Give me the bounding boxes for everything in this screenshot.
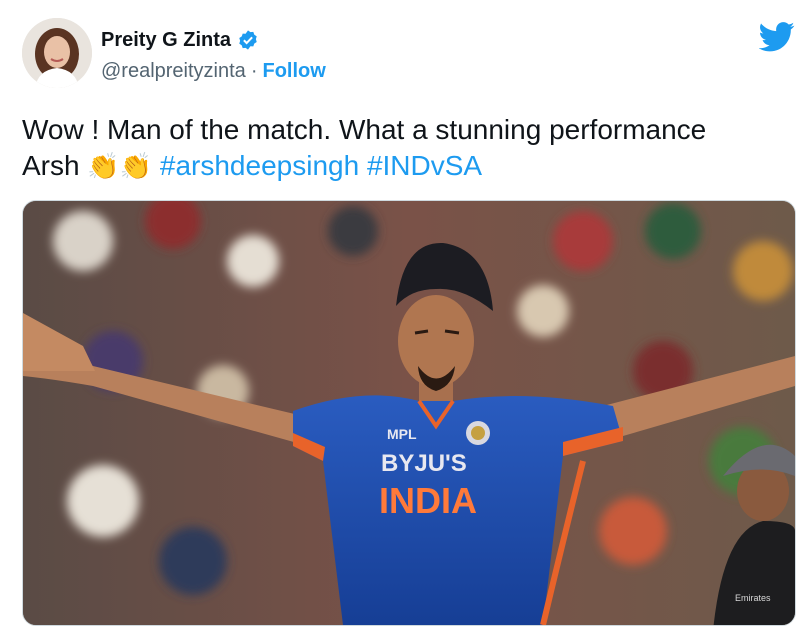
tweet-text-line1: Wow ! Man of the match. What a stunning … bbox=[22, 114, 707, 145]
tweet-media-photo[interactable]: Emirates MPL BYJU'S INDIA bbox=[22, 200, 796, 626]
hashtag-indvsa[interactable]: #INDvSA bbox=[367, 150, 482, 181]
twitter-bird-icon[interactable] bbox=[758, 22, 795, 52]
cricket-photo: Emirates MPL BYJU'S INDIA bbox=[23, 201, 795, 625]
author-handle-row: @realpreityzinta · Follow bbox=[101, 58, 326, 84]
author-avatar[interactable] bbox=[22, 18, 92, 88]
verified-badge-icon bbox=[237, 29, 259, 51]
tweet-text: Wow ! Man of the match. What a stunning … bbox=[22, 112, 792, 184]
clapping-hands-emoji: 👏👏 bbox=[87, 151, 153, 181]
follow-button[interactable]: Follow bbox=[262, 60, 325, 83]
tweet-card: Preity G Zinta @realpreityzinta · Follow… bbox=[0, 0, 804, 630]
jersey-brand-text: MPL bbox=[387, 426, 417, 442]
umpire-badge-text: Emirates bbox=[735, 593, 771, 603]
jersey-india-text: INDIA bbox=[379, 480, 477, 521]
author-handle[interactable]: @realpreityzinta bbox=[101, 60, 246, 83]
hashtag-arshdeepsingh[interactable]: #arshdeepsingh bbox=[160, 150, 359, 181]
avatar-image bbox=[22, 18, 92, 88]
author-name-row: Preity G Zinta bbox=[101, 27, 259, 53]
handle-separator: · bbox=[250, 59, 258, 82]
jersey-sponsor-text: BYJU'S bbox=[381, 450, 467, 477]
author-display-name[interactable]: Preity G Zinta bbox=[101, 29, 231, 52]
tweet-text-arsh: Arsh bbox=[22, 150, 80, 181]
